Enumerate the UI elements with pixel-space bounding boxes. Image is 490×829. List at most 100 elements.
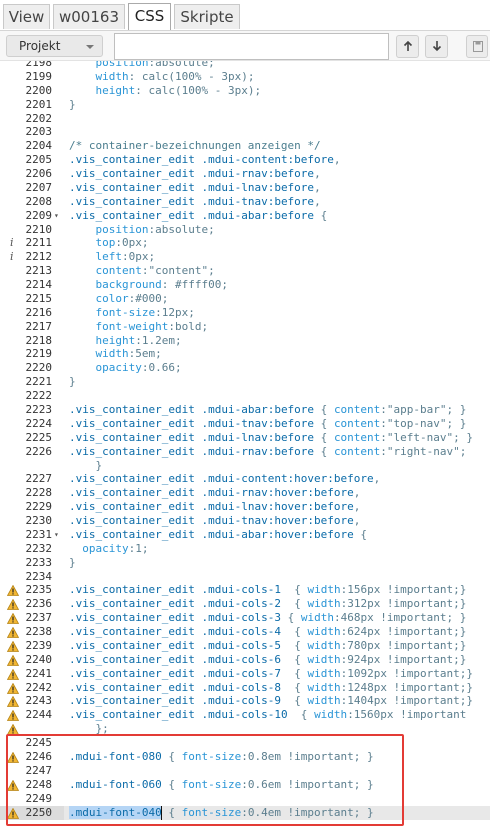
tab-css[interactable]: CSS [128,3,171,30]
code-line[interactable]: .vis_container_edit .mdui-cols-6 { width… [69,653,466,667]
code-line[interactable]: /* container-bezeichnungen anzeigen */ [69,139,321,153]
code-line[interactable]: .vis_container_edit .mdui-cols-9 { width… [69,694,473,708]
line-number: 2210 [0,223,64,237]
line-number: 2232 [0,542,64,556]
code-line[interactable]: .vis_container_edit .mdui-abar:hover:bef… [69,528,367,542]
line-number-text: 2246 [25,750,53,763]
line-number-text: 2245 [25,736,53,750]
code-line[interactable]: } [69,556,76,570]
code-editor[interactable]: 2198 2199 2200 2201 2202 2203 2204 2205 2206 2207… [0,60,490,829]
tab-bar: View w00163 CSS Skripte [0,0,490,30]
chevron-down-icon [86,45,94,49]
line-number-text: 2235 [25,583,53,597]
line-number: 2241 [0,667,64,681]
code-line[interactable]: .vis_container_edit .mdui-cols-5 { width… [69,639,466,653]
code-line[interactable]: } [69,375,76,389]
code-line[interactable]: .mdui-font-080 { font-size:0.8em !import… [69,750,374,764]
line-number: 2235 [0,583,64,597]
line-number-text: 2226 [25,444,53,458]
code-line[interactable]: font-size:12px; [69,306,195,320]
code-line[interactable]: .vis_container_edit .mdui-tnav:before, [69,195,321,209]
code-line[interactable]: .vis_container_edit .mdui-abar:before { … [69,403,466,417]
line-number-text: 2230 [25,514,53,528]
info-icon[interactable]: i [10,236,14,250]
fold-toggle-icon[interactable]: ▾ [54,209,59,223]
code-line[interactable]: opacity:1; [69,542,148,556]
tab-view[interactable]: View [3,4,50,29]
line-number [0,459,64,473]
line-number-text: 2241 [25,666,53,680]
code-line[interactable]: top:0px; [69,236,149,250]
move-down-button[interactable] [425,35,448,58]
code-line[interactable]: color:#000; [69,292,169,306]
line-number: 2233 [0,556,64,570]
code-line[interactable]: .vis_container_edit .mdui-cols-10 { widt… [69,708,466,722]
tab-skripte[interactable]: Skripte [174,4,240,29]
code-line[interactable]: .vis_container_edit .mdui-cols-4 { width… [69,625,466,639]
fold-toggle-icon[interactable]: ▾ [54,528,59,542]
code-line[interactable]: .vis_container_edit .mdui-rnav:hover:bef… [69,486,360,500]
project-select[interactable]: Projekt [6,35,103,57]
code-line[interactable]: .vis_container_edit .mdui-cols-8 { width… [69,681,473,695]
info-icon[interactable]: i [10,250,14,264]
code-line[interactable]: width:5em; [69,347,162,361]
code-line[interactable]: .vis_container_edit .mdui-cols-2 { width… [69,597,466,611]
code-line[interactable]: .vis_container_edit .mdui-rnav:before { … [69,445,466,459]
code-line[interactable]: .vis_container_edit .mdui-tnav:hover:bef… [69,514,360,528]
code-line[interactable]: .vis_container_edit .mdui-cols-7 { width… [69,667,473,681]
line-number-text: 2247 [25,763,53,777]
code-line[interactable]: content:"content"; [69,264,215,278]
line-number: 2208 [0,195,64,209]
line-number-text: 2219 [25,347,53,361]
line-number-text: 2204 [25,139,53,153]
code-line[interactable]: font-weight:bold; [69,320,209,334]
line-number: 2238 [0,625,64,639]
line-number-gutter: 2198 2199 2200 2201 2202 2203 2204 2205 2206 2207… [0,61,64,829]
line-number-text: 2227 [25,472,53,486]
move-up-button[interactable] [396,35,419,58]
code-line[interactable]: left:0px; [69,250,156,264]
line-number-text: 2234 [25,569,53,583]
code-line[interactable]: .mdui-font-060 { font-size:0.6em !import… [69,778,374,792]
code-line[interactable]: opacity:0.66; [69,361,182,375]
code-line[interactable]: .vis_container_edit .mdui-lnav:before { … [69,431,473,445]
code-line[interactable]: } [69,98,76,112]
code-line[interactable]: height:1.2em; [69,334,182,348]
save-button[interactable] [466,35,488,58]
line-number-text: 2238 [25,625,53,639]
line-number-text: 2218 [25,333,53,347]
line-number-text: 2250 [25,805,53,819]
code-line[interactable]: .mdui-font-040 { font-size:0.4em !import… [64,805,490,820]
tab-widget-w00163[interactable]: w00163 [53,4,125,29]
line-number-text: 2237 [25,611,53,625]
code-line[interactable]: .vis_container_edit .mdui-lnav:before, [69,181,321,195]
code-line[interactable]: .vis_container_edit .mdui-abar:before { [69,209,327,223]
code-line[interactable]: } [69,459,102,473]
css-file-input[interactable] [114,33,389,60]
code-line[interactable]: .vis_container_edit .mdui-tnav:before { … [69,417,466,431]
line-number: 2234 [0,570,64,584]
code-line[interactable]: .vis_container_edit .mdui-content:hover:… [69,472,380,486]
code-line[interactable]: position:absolute; [69,223,215,237]
code-line[interactable]: .vis_container_edit .mdui-content:before… [69,153,341,167]
line-number: i 2211 [0,236,64,250]
line-number-text: 2249 [25,791,53,805]
code-line[interactable]: .vis_container_edit .mdui-cols-3 { width… [69,611,466,625]
line-number: 2213 [0,264,64,278]
line-number-text: 2213 [25,264,53,278]
line-number-text: 2207 [25,180,53,194]
code-line[interactable]: height: calc(100% - 3px); [69,84,262,98]
line-number-text: 2205 [25,153,53,167]
code-line[interactable]: .vis_container_edit .mdui-lnav:hover:bef… [69,500,360,514]
line-number-text: 2229 [25,500,53,514]
code-line[interactable]: .vis_container_edit .mdui-cols-1 { width… [69,583,466,597]
code-line[interactable]: background: #ffff00; [69,278,228,292]
line-number: 2227 [0,472,64,486]
code-line[interactable]: }; [69,722,108,736]
code-line[interactable]: position:absolute; [69,61,215,70]
line-number: 2243 [0,694,64,708]
line-number-text: 2221 [25,375,53,389]
code-line[interactable]: .vis_container_edit .mdui-rnav:before, [69,167,321,181]
line-number-text: 2211 [25,236,53,250]
code-line[interactable]: width: calc(100% - 3px); [69,70,255,84]
